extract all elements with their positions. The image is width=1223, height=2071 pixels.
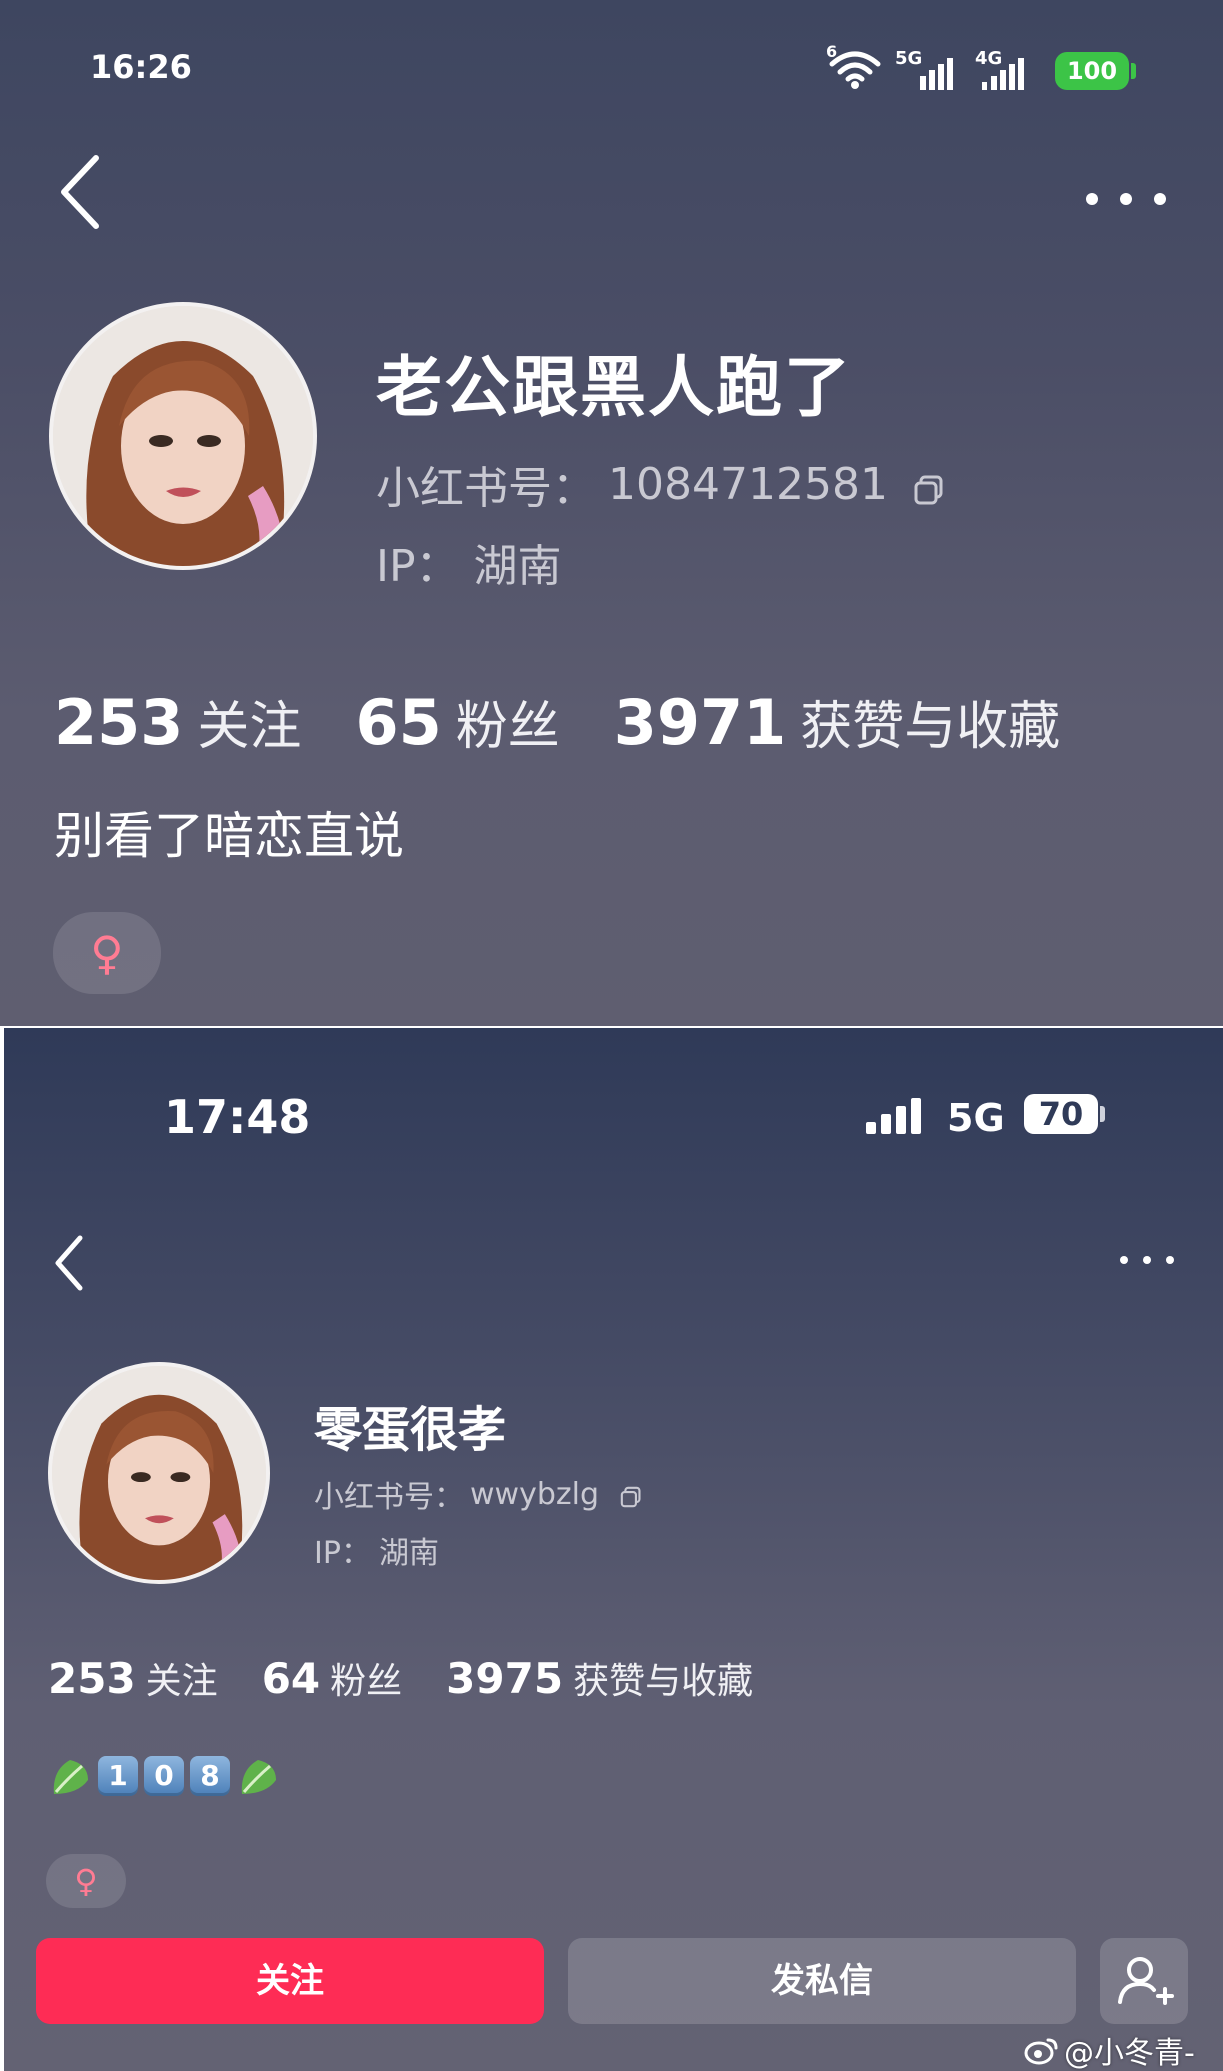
gender-tag: ♀ [46, 1854, 126, 1908]
profile-screenshot-2: 17:48 5G 70 零蛋很孝 小红书号： wwybzlg IP： 湖南 25… [4, 1028, 1223, 2071]
ip-value: 湖南 [378, 1536, 439, 1571]
following-count[interactable]: 253 [48, 1654, 136, 1703]
back-button[interactable] [52, 1234, 88, 1292]
more-dots-icon [1120, 1256, 1128, 1264]
watermark-text: @小冬青- [1064, 2036, 1195, 2071]
bio: 别看了暗恋直说 [54, 807, 404, 865]
fans-label[interactable]: 粉丝 [330, 1652, 402, 1704]
following-label[interactable]: 关注 [197, 684, 301, 759]
likes-count[interactable]: 3971 [614, 686, 787, 759]
more-options-button[interactable] [1086, 190, 1166, 208]
wifi-label: 6 [826, 42, 838, 61]
weibo-logo-icon [1024, 2034, 1060, 2066]
copy-icon[interactable] [912, 467, 946, 505]
status-time: 16:26 [90, 48, 192, 86]
avatar[interactable] [48, 1362, 270, 1584]
avatar-portrait-icon [52, 1366, 266, 1580]
gender-tag: ♀ [53, 912, 161, 994]
ip-value: 湖南 [473, 541, 562, 592]
user-id-row: 小红书号： wwybzlg [314, 1472, 643, 1516]
back-button[interactable] [56, 152, 106, 232]
signal-bars-icon [864, 1096, 928, 1136]
user-id-label: 小红书号： [314, 1480, 464, 1515]
chevron-left-icon [61, 155, 99, 229]
network-label: 5G [947, 1096, 1005, 1140]
bio: 1 0 8 [48, 1754, 280, 1798]
nickname: 老公跟黑人跑了 [376, 349, 852, 426]
fans-count[interactable]: 65 [355, 686, 441, 759]
chevron-left-icon [55, 1235, 83, 1291]
ip-label: IP： [376, 541, 460, 592]
ip-location: IP： 湖南 [376, 530, 562, 594]
add-friend-button[interactable] [1100, 1938, 1188, 2024]
follow-button[interactable]: 关注 [36, 1938, 544, 2024]
battery-indicator: 100 [1055, 52, 1129, 90]
user-id-row: 小红书号： 1084712581 [376, 452, 946, 516]
signal-bars-icon [978, 56, 1040, 92]
following-label[interactable]: 关注 [146, 1652, 218, 1704]
stats-row: 253 关注 65 粉丝 3971 获赞与收藏 [54, 684, 1060, 759]
ip-label: IP： [314, 1536, 371, 1571]
more-options-button[interactable] [1120, 1254, 1174, 1266]
likes-label[interactable]: 获赞与收藏 [573, 1652, 753, 1704]
keycap-digit: 8 [190, 1756, 230, 1796]
battery-tip [1100, 1106, 1105, 1122]
user-id-value: wwybzlg [470, 1476, 599, 1512]
likes-count[interactable]: 3975 [446, 1654, 563, 1703]
status-time: 17:48 [164, 1090, 311, 1144]
message-button[interactable]: 发私信 [568, 1938, 1076, 2024]
user-id-value: 1084712581 [608, 458, 888, 510]
likes-label[interactable]: 获赞与收藏 [800, 684, 1060, 759]
cabbage-icon [236, 1754, 280, 1798]
following-count[interactable]: 253 [54, 686, 183, 759]
user-id-label: 小红书号： [376, 463, 596, 514]
battery-indicator: 70 [1024, 1094, 1098, 1134]
copy-icon[interactable] [619, 1482, 643, 1508]
add-user-icon [1118, 1957, 1174, 2005]
avatar-portrait-icon [53, 306, 313, 566]
nickname: 零蛋很孝 [314, 1402, 507, 1458]
fans-count[interactable]: 64 [262, 1654, 320, 1703]
fans-label[interactable]: 粉丝 [456, 684, 560, 759]
stats-row: 253 关注 64 粉丝 3975 获赞与收藏 [48, 1652, 753, 1704]
signal-bars-icon [898, 56, 960, 92]
more-dots-icon [1086, 193, 1098, 205]
avatar[interactable] [49, 302, 317, 570]
watermark: @小冬青- [1024, 2028, 1195, 2071]
cabbage-icon [48, 1754, 92, 1798]
profile-screenshot-1: 16:26 6 5G 4G 100 老公跟黑人跑了 小红书号： 10847125… [0, 0, 1223, 1026]
keycap-digit: 1 [98, 1756, 138, 1796]
keycap-digit: 0 [144, 1756, 184, 1796]
ip-location: IP： 湖南 [314, 1528, 439, 1572]
battery-tip [1131, 63, 1136, 79]
